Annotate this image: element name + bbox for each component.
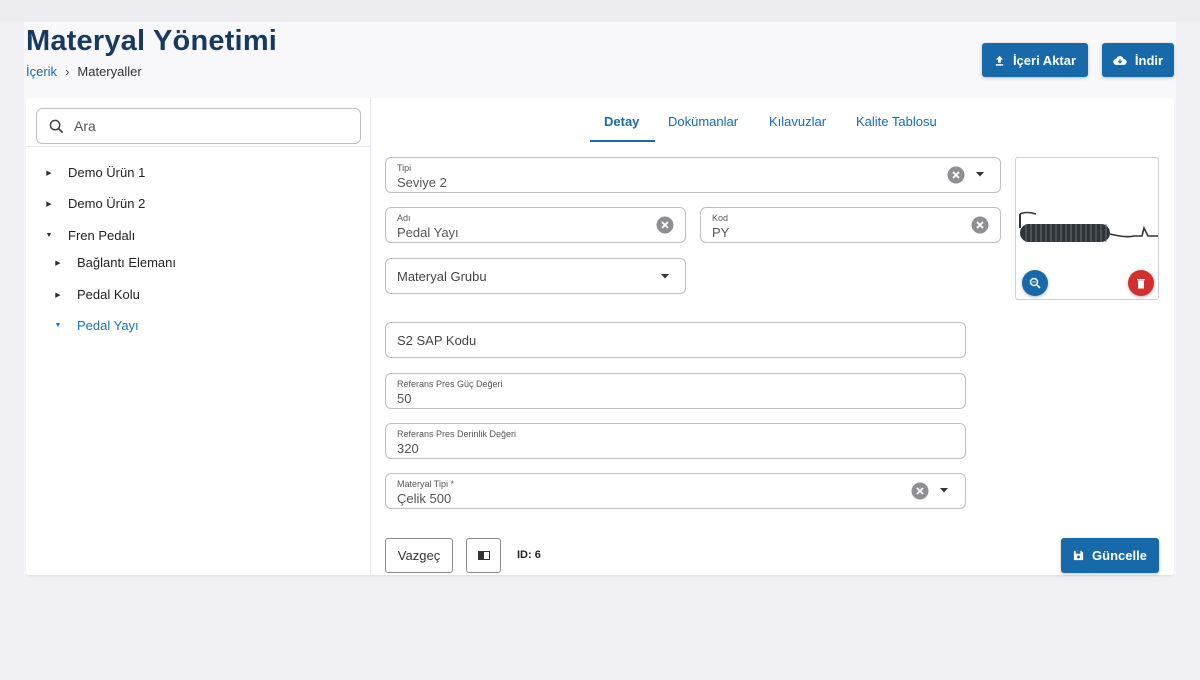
breadcrumb-current: Materyaller [77, 64, 142, 79]
pres-derinlik-label: Referans Pres Derinlik Değeri [397, 429, 517, 439]
materyal-grubu-placeholder: Materyal Grubu [397, 269, 487, 284]
clear-icon[interactable] [911, 482, 929, 500]
pres-derinlik-value: 320 [397, 441, 419, 456]
materyal-tipi-label: Materyal Tipi * [397, 479, 455, 489]
adi-field[interactable]: Adı Pedal Yayı [385, 207, 686, 243]
zoom-image-button[interactable] [1022, 270, 1048, 296]
tree-item-fren-pedali[interactable]: ▼ Fren Pedalı [42, 228, 136, 243]
sap-kodu-placeholder: S2 SAP Kodu [397, 333, 477, 348]
tree-item-label: Demo Ürün 1 [68, 165, 146, 180]
adi-value: Pedal Yayı [397, 225, 459, 240]
tipi-select[interactable]: Tipi Seviye 2 [385, 157, 1001, 193]
chevron-down-icon[interactable] [659, 270, 671, 282]
tipi-label: Tipi [397, 163, 412, 173]
search-input[interactable]: Ara [36, 108, 361, 144]
search-icon [49, 119, 64, 133]
chevron-down-icon[interactable] [938, 484, 950, 496]
sidebar: Ara ▶ Demo Ürün 1 ▶ Demo Ürün 2 ▼ Fren P… [26, 98, 371, 575]
caret-right-icon[interactable]: ▶ [51, 291, 65, 299]
tree-item-label: Fren Pedalı [68, 228, 136, 243]
kod-label: Kod [712, 213, 729, 223]
materyal-grubu-select[interactable]: Materyal Grubu [385, 258, 686, 294]
caret-right-icon[interactable]: ▶ [51, 259, 65, 267]
search-placeholder: Ara [74, 118, 96, 134]
kod-value: PY [712, 225, 730, 240]
toggle-panel-button[interactable] [466, 538, 501, 573]
zoom-icon [1029, 277, 1041, 289]
caret-right-icon[interactable]: ▶ [42, 169, 56, 177]
clear-icon[interactable] [971, 216, 989, 234]
kod-field[interactable]: Kod PY [700, 207, 1001, 243]
top-band [0, 0, 1200, 22]
tree-item-demo-urun-1[interactable]: ▶ Demo Ürün 1 [42, 165, 145, 180]
tree-item-label: Pedal Kolu [77, 287, 140, 302]
caret-down-icon[interactable]: ▼ [42, 232, 56, 239]
breadcrumb: İçerik › Materyaller [26, 64, 142, 79]
download-button[interactable]: İndir [1102, 43, 1174, 77]
pres-guc-label: Referans Pres Güç Değeri [397, 379, 503, 389]
update-button[interactable]: Güncelle [1061, 538, 1159, 573]
tree-item-pedal-kolu[interactable]: ▶ Pedal Kolu [51, 287, 140, 302]
caret-down-icon[interactable]: ▼ [51, 322, 65, 329]
breadcrumb-link-icerik[interactable]: İçerik [26, 64, 57, 79]
sap-kodu-field[interactable]: S2 SAP Kodu [385, 322, 966, 358]
tree-item-pedal-yayi[interactable]: ▼ Pedal Yayı [51, 318, 139, 333]
adi-label: Adı [397, 213, 411, 223]
panel-icon [477, 551, 490, 560]
caret-right-icon[interactable]: ▶ [42, 200, 56, 208]
tab-kilavuzlar[interactable]: Kılavuzlar [769, 114, 826, 129]
import-button[interactable]: İçeri Aktar [982, 43, 1088, 77]
tab-dokumanlar[interactable]: Dokümanlar [668, 114, 738, 129]
pres-guc-field[interactable]: Referans Pres Güç Değeri 50 [385, 373, 966, 409]
trash-icon [1137, 278, 1145, 288]
download-button-label: İndir [1134, 52, 1164, 68]
pres-guc-value: 50 [397, 391, 412, 406]
materyal-tipi-select[interactable]: Materyal Tipi * Çelik 500 [385, 473, 966, 509]
save-icon [1073, 550, 1084, 561]
tree-item-demo-urun-2[interactable]: ▶ Demo Ürün 2 [42, 196, 145, 211]
record-id: ID: 6 [517, 549, 541, 561]
clear-icon[interactable] [947, 166, 965, 184]
materyal-tipi-value: Çelik 500 [397, 491, 452, 506]
tree-item-label: Pedal Yayı [77, 318, 139, 333]
upload-icon [995, 55, 1004, 66]
tab-detay[interactable]: Detay [604, 114, 639, 129]
pres-derinlik-field[interactable]: Referans Pres Derinlik Değeri 320 [385, 423, 966, 459]
active-tab-indicator [590, 140, 655, 142]
cancel-button[interactable]: Vazgeç [385, 538, 453, 573]
clear-icon[interactable] [656, 216, 674, 234]
page-title: Materyal Yönetimi [26, 25, 278, 57]
tree-item-label: Bağlantı Elemanı [77, 255, 177, 270]
cloud-download-icon [1113, 55, 1127, 65]
material-image-card [1015, 157, 1159, 300]
tipi-value: Seviye 2 [397, 175, 447, 190]
tab-kalite-tablosu[interactable]: Kalite Tablosu [856, 114, 937, 129]
update-button-label: Güncelle [1092, 548, 1147, 563]
spring-image [1016, 208, 1158, 250]
breadcrumb-separator: › [65, 64, 70, 79]
chevron-down-icon[interactable] [974, 168, 986, 180]
tree-item-label: Demo Ürün 2 [68, 196, 146, 211]
import-button-label: İçeri Aktar [1012, 52, 1077, 68]
delete-image-button[interactable] [1128, 270, 1154, 296]
tree-item-baglanti-elemani[interactable]: ▶ Bağlantı Elemanı [51, 255, 176, 270]
sidebar-divider [26, 146, 371, 147]
